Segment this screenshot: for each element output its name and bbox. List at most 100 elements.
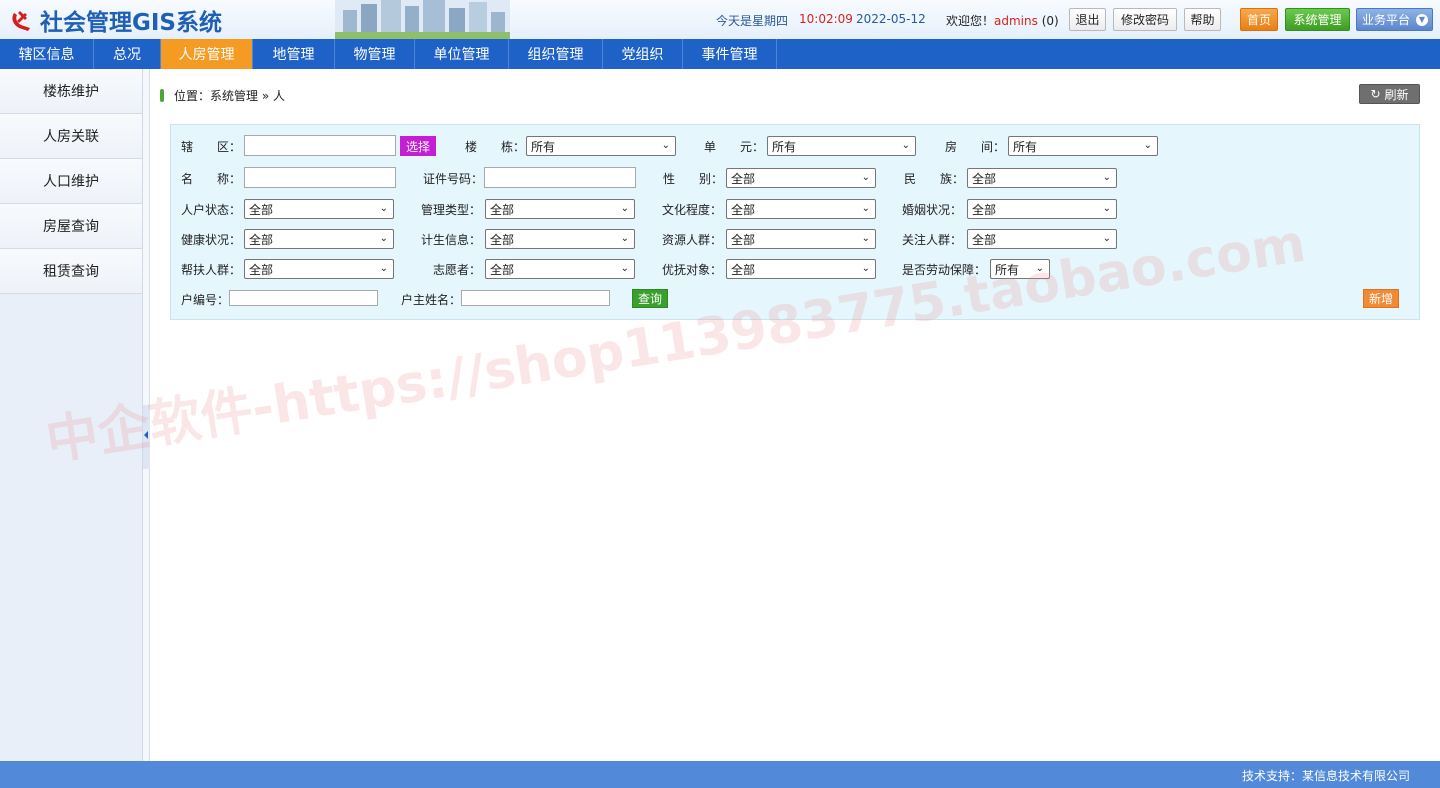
- nav-tab-district[interactable]: 辖区信息: [0, 39, 94, 69]
- volunteer-label: 志愿者：: [433, 263, 482, 277]
- chevron-down-icon: ⌄: [861, 233, 870, 244]
- labor-security-select[interactable]: 所有 ⌄: [990, 259, 1050, 279]
- building-select[interactable]: 所有 ⌄: [526, 136, 676, 156]
- current-date: 2022-05-12: [856, 12, 926, 26]
- focus-select[interactable]: 全部 ⌄: [967, 229, 1117, 249]
- house-number-input[interactable]: [229, 290, 378, 306]
- add-button[interactable]: 新增: [1363, 289, 1399, 308]
- ethnic-select[interactable]: 全部 ⌄: [967, 168, 1117, 188]
- collapse-arrow-icon[interactable]: [144, 431, 148, 439]
- change-password-button[interactable]: 修改密码: [1113, 8, 1177, 31]
- refresh-icon: ↻: [1370, 87, 1381, 101]
- name-label: 名 称：: [181, 172, 242, 186]
- owner-name-label: 户主姓名：: [401, 293, 462, 307]
- resource-value: 全部: [731, 232, 756, 247]
- nav-tab-unit[interactable]: 单位管理: [415, 39, 509, 69]
- nav-tab-property[interactable]: 物管理: [335, 39, 415, 69]
- room-select[interactable]: 所有 ⌄: [1008, 136, 1158, 156]
- message-count[interactable]: (0): [1042, 14, 1059, 28]
- family-plan-select[interactable]: 全部 ⌄: [485, 229, 635, 249]
- chevron-down-icon: ⌄: [901, 140, 910, 151]
- nav-tab-organization[interactable]: 组织管理: [509, 39, 603, 69]
- nav-tab-people-house[interactable]: 人房管理: [161, 39, 253, 69]
- nav-tab-party[interactable]: 党组织: [603, 39, 683, 69]
- education-select[interactable]: 全部 ⌄: [726, 199, 876, 219]
- family-plan-label: 计生信息：: [421, 233, 482, 247]
- marital-label: 婚姻状况：: [902, 203, 963, 217]
- sidebar-item-building-maintenance[interactable]: 楼栋维护: [0, 69, 142, 114]
- choose-district-button[interactable]: 选择: [400, 136, 436, 156]
- help-button[interactable]: 帮助: [1184, 8, 1221, 31]
- focus-label: 关注人群：: [902, 233, 963, 247]
- chevron-down-icon: ⌄: [620, 203, 629, 214]
- logout-button[interactable]: 退出: [1069, 8, 1106, 31]
- main-content: 位置：系统管理 » 人 ↻ 刷新 辖 区： 选择 楼 栋： 所有 ⌄ 单 元： …: [150, 69, 1440, 761]
- username[interactable]: admins: [994, 14, 1038, 28]
- household-status-select[interactable]: 全部 ⌄: [244, 199, 394, 219]
- business-platform-label: 业务平台: [1362, 13, 1411, 27]
- app-logo: 社会管理GIS系统: [8, 5, 223, 36]
- sidebar-splitter[interactable]: [143, 69, 150, 761]
- breadcrumb-text: 位置：系统管理 » 人: [174, 88, 285, 103]
- chevron-down-icon: ⌄: [620, 263, 629, 274]
- chevron-down-icon: ⌄: [861, 172, 870, 183]
- education-label: 文化程度：: [662, 203, 723, 217]
- unit-select[interactable]: 所有 ⌄: [767, 136, 916, 156]
- marital-select[interactable]: 全部 ⌄: [967, 199, 1117, 219]
- chevron-down-icon: ⌄: [661, 140, 670, 151]
- chevron-down-icon: ⌄: [1143, 140, 1152, 151]
- top-header: 社会管理GIS系统 今天是星期四 10:02:09 2022-05-12 欢迎您…: [0, 0, 1440, 39]
- building-select-value: 所有: [531, 139, 556, 154]
- household-status-value: 全部: [249, 202, 274, 217]
- preferential-select[interactable]: 全部 ⌄: [726, 259, 876, 279]
- nav-tab-land[interactable]: 地管理: [253, 39, 335, 69]
- district-input[interactable]: [244, 135, 396, 156]
- aid-select[interactable]: 全部 ⌄: [244, 259, 394, 279]
- chevron-down-icon: ⌄: [1102, 172, 1111, 183]
- owner-name-input[interactable]: [461, 290, 610, 306]
- weekday-text: 今天是星期四: [716, 14, 789, 28]
- sidebar-item-rental-query[interactable]: 租赁查询: [0, 249, 142, 294]
- sidebar: 楼栋维护 人房关联 人口维护 房屋查询 租赁查询: [0, 69, 143, 761]
- chevron-down-icon: ⌄: [1035, 263, 1044, 274]
- chevron-down-icon: ⌄: [1102, 203, 1111, 214]
- nav-tab-overview[interactable]: 总况: [94, 39, 161, 69]
- preferential-label: 优抚对象：: [662, 263, 723, 277]
- app-title: 社会管理GIS系统: [40, 10, 223, 36]
- gender-select-value: 全部: [731, 171, 756, 186]
- unit-select-value: 所有: [772, 139, 797, 154]
- name-input[interactable]: [244, 167, 396, 188]
- health-label: 健康状况：: [181, 233, 242, 247]
- breadcrumb: 位置：系统管理 » 人: [160, 88, 285, 103]
- labor-security-value: 所有: [995, 262, 1020, 277]
- aid-value: 全部: [249, 262, 274, 277]
- volunteer-value: 全部: [490, 262, 515, 277]
- sidebar-item-house-query[interactable]: 房屋查询: [0, 204, 142, 249]
- gender-label: 性 别：: [663, 172, 724, 186]
- manage-type-value: 全部: [490, 202, 515, 217]
- volunteer-select[interactable]: 全部 ⌄: [485, 259, 635, 279]
- id-number-input[interactable]: [484, 167, 636, 188]
- health-select[interactable]: 全部 ⌄: [244, 229, 394, 249]
- nav-tab-events[interactable]: 事件管理: [683, 39, 777, 69]
- id-number-label: 证件号码：: [423, 172, 484, 186]
- refresh-button[interactable]: ↻ 刷新: [1359, 84, 1420, 104]
- chevron-down-icon: ⌄: [1102, 233, 1111, 244]
- family-plan-value: 全部: [490, 232, 515, 247]
- room-label: 房 间：: [945, 140, 1006, 154]
- query-button[interactable]: 查询: [632, 289, 668, 308]
- search-panel: 辖 区： 选择 楼 栋： 所有 ⌄ 单 元： 所有 ⌄ 房 间： 所有 ⌄ 名 …: [170, 124, 1420, 320]
- resource-select[interactable]: 全部 ⌄: [726, 229, 876, 249]
- room-select-value: 所有: [1013, 139, 1038, 154]
- sidebar-item-people-house-link[interactable]: 人房关联: [0, 114, 142, 159]
- home-button[interactable]: 首页: [1240, 8, 1278, 31]
- focus-value: 全部: [972, 232, 997, 247]
- chevron-down-icon: ⌄: [620, 233, 629, 244]
- gender-select[interactable]: 全部 ⌄: [726, 168, 876, 188]
- business-platform-dropdown[interactable]: 业务平台 ▼: [1356, 8, 1433, 31]
- sidebar-item-population-maintenance[interactable]: 人口维护: [0, 159, 142, 204]
- manage-type-select[interactable]: 全部 ⌄: [485, 199, 635, 219]
- health-value: 全部: [249, 232, 274, 247]
- main-nav: 辖区信息 总况 人房管理 地管理 物管理 单位管理 组织管理 党组织 事件管理: [0, 39, 1440, 69]
- system-admin-button[interactable]: 系统管理: [1285, 8, 1350, 31]
